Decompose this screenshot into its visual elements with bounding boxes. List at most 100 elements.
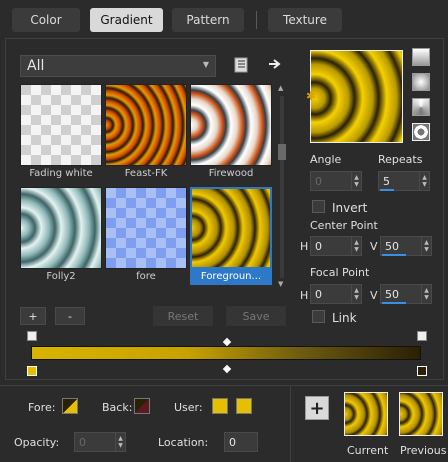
- radial-style-icon[interactable]: [412, 123, 430, 141]
- center-h-input[interactable]: 0 ▲ ▼: [310, 236, 362, 256]
- previous-label: Previous: [400, 444, 447, 457]
- center-h-label: H: [300, 240, 309, 253]
- back-label: Back:: [102, 401, 133, 414]
- gradient-preview-large[interactable]: [310, 50, 403, 143]
- user-color-swatch-1[interactable]: [212, 398, 228, 414]
- current-gradient-thumb[interactable]: [344, 392, 388, 436]
- angle-value: 0: [315, 174, 322, 188]
- add-gradient-button[interactable]: +: [20, 307, 46, 325]
- center-v-label: V: [370, 240, 378, 253]
- divider: [290, 386, 291, 462]
- gradient-thumb-label: fore: [136, 271, 156, 282]
- gradient-thumb-fading-white[interactable]: Fading white: [20, 84, 102, 184]
- gradient-preview: [105, 84, 187, 166]
- location-value: 0: [229, 435, 236, 449]
- spin-arrows-icon[interactable]: ▲ ▼: [419, 172, 429, 190]
- focal-v-value: 50: [385, 287, 399, 301]
- reset-button[interactable]: Reset: [153, 306, 213, 326]
- gradient-thumb-fore[interactable]: fore: [105, 187, 187, 287]
- color-stop-left[interactable]: [27, 366, 37, 376]
- link-checkbox[interactable]: [312, 310, 325, 323]
- gradient-thumb-foreground[interactable]: Foregroun...: [190, 187, 272, 287]
- gradient-preview: [190, 187, 272, 269]
- sunburst-style-icon[interactable]: [412, 98, 430, 116]
- fore-swatch[interactable]: [62, 398, 78, 414]
- previous-gradient-thumb[interactable]: [399, 392, 443, 436]
- tab-separator: [256, 11, 257, 29]
- location-input[interactable]: 0: [224, 432, 258, 452]
- opacity-input[interactable]: 0 ▲ ▼: [74, 432, 126, 452]
- add-to-library-button[interactable]: +: [305, 396, 329, 420]
- spin-arrows-icon[interactable]: ▲ ▼: [421, 285, 431, 303]
- gradient-library-grid: Fading white Feast-FK Firewood Folly2 fo…: [20, 84, 272, 290]
- angle-input[interactable]: 0 ▲ ▼: [310, 171, 362, 191]
- focal-v-slider[interactable]: [382, 302, 406, 304]
- chevron-down-icon: ▼: [202, 60, 209, 69]
- gradient-thumb-label: Firewood: [208, 168, 254, 179]
- scroll-track: [280, 96, 284, 278]
- focal-h-input[interactable]: 0 ▲ ▼: [310, 284, 362, 304]
- center-v-value: 50: [385, 239, 399, 253]
- remove-gradient-button[interactable]: -: [55, 307, 85, 325]
- spin-arrows-icon[interactable]: ▲ ▼: [421, 237, 431, 255]
- focal-h-label: H: [300, 289, 309, 302]
- gradient-preview: [190, 84, 272, 166]
- top-opacity-stop-left[interactable]: [27, 331, 37, 341]
- repeats-value: 5: [383, 174, 390, 188]
- user-label: User:: [174, 401, 203, 414]
- gradient-thumb-label: Feast-FK: [124, 168, 168, 179]
- library-icon[interactable]: [232, 56, 250, 74]
- gradient-thumb-label: Fading white: [29, 168, 93, 179]
- category-dropdown[interactable]: All ▼: [20, 55, 216, 77]
- invert-checkbox[interactable]: [312, 200, 325, 213]
- link-label: Link: [332, 311, 357, 325]
- repeats-slider[interactable]: [380, 189, 394, 191]
- tab-color[interactable]: Color: [12, 8, 80, 32]
- repeats-input[interactable]: 5 ▲ ▼: [378, 171, 430, 191]
- repeats-label: Repeats: [378, 153, 423, 166]
- tab-gradient[interactable]: Gradient: [90, 8, 163, 32]
- scroll-thumb[interactable]: [278, 144, 286, 160]
- gradient-thumb-label: Folly2: [46, 271, 76, 282]
- rectangular-style-icon[interactable]: [412, 73, 430, 91]
- center-v-slider[interactable]: [382, 254, 406, 256]
- spin-arrows-icon[interactable]: ▲ ▼: [351, 285, 361, 303]
- save-button[interactable]: Save: [226, 306, 286, 326]
- library-scrollbar[interactable]: ▲ ▼: [276, 84, 288, 290]
- gradient-preview: [20, 84, 102, 166]
- current-label: Current: [347, 444, 389, 457]
- back-swatch[interactable]: [134, 398, 150, 414]
- opacity-label: Opacity:: [14, 436, 60, 449]
- scroll-up-icon[interactable]: ▲: [278, 84, 283, 92]
- gradient-editor-bar[interactable]: [31, 346, 421, 360]
- tab-pattern[interactable]: Pattern: [172, 8, 244, 32]
- user-color-swatch-2[interactable]: [236, 398, 252, 414]
- top-opacity-stop-right[interactable]: [417, 331, 427, 341]
- gradient-thumb-feast-fk[interactable]: Feast-FK: [105, 84, 187, 184]
- center-h-value: 0: [315, 239, 322, 253]
- fore-label: Fore:: [28, 401, 56, 414]
- focal-h-value: 0: [315, 287, 322, 301]
- focal-v-input[interactable]: 50 ▲ ▼: [380, 284, 432, 304]
- spin-arrows-icon[interactable]: ▲ ▼: [115, 433, 125, 451]
- gradient-thumb-firewood[interactable]: Firewood: [190, 84, 272, 184]
- scroll-down-icon[interactable]: ▼: [278, 280, 283, 288]
- spin-arrows-icon[interactable]: ▲ ▼: [351, 172, 361, 190]
- category-value: All: [27, 58, 45, 74]
- tab-texture[interactable]: Texture: [268, 8, 342, 32]
- gradient-thumb-folly2[interactable]: Folly2: [20, 187, 102, 287]
- color-stop-right[interactable]: [417, 366, 427, 376]
- location-label: Location:: [158, 436, 209, 449]
- gradient-preview: [105, 187, 187, 269]
- focal-point-icon[interactable]: ✱: [306, 89, 316, 103]
- center-point-label: Center Point: [310, 219, 378, 232]
- gradient-preview: [20, 187, 102, 269]
- linear-style-icon[interactable]: [412, 48, 430, 66]
- divider: [0, 385, 448, 386]
- center-v-input[interactable]: 50 ▲ ▼: [380, 236, 432, 256]
- arrow-right-icon[interactable]: [266, 55, 284, 73]
- invert-label: Invert: [332, 201, 368, 215]
- gradient-thumb-label: Foregroun...: [190, 269, 272, 285]
- spin-arrows-icon[interactable]: ▲ ▼: [351, 237, 361, 255]
- opacity-value: 0: [79, 435, 86, 449]
